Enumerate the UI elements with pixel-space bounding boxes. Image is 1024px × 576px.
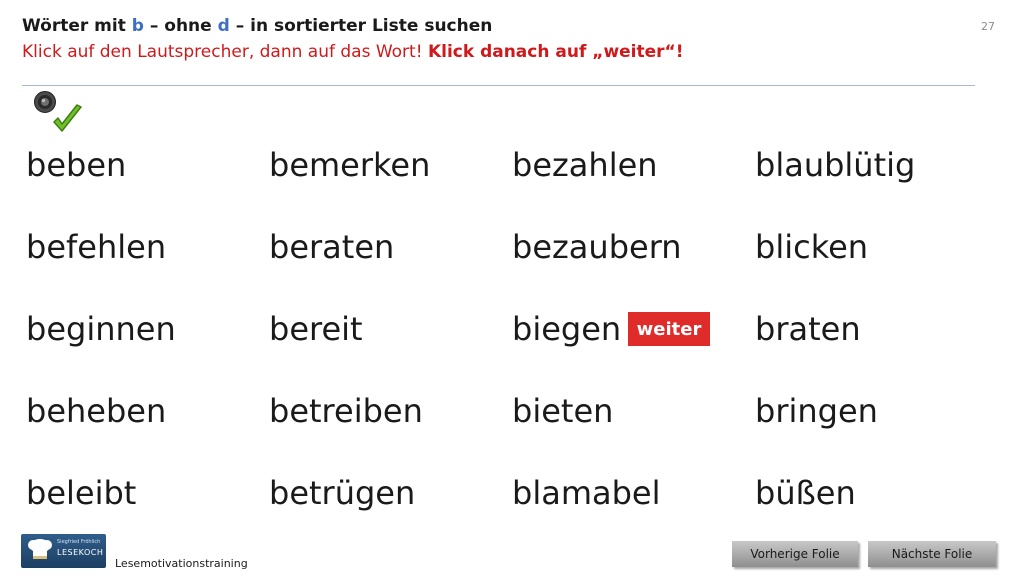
logo-author: Siegfried Fröhlich — [57, 539, 101, 545]
word-col2-2[interactable]: beraten — [269, 227, 394, 267]
word-col1-1[interactable]: beben — [26, 145, 126, 185]
word-col4-3[interactable]: braten — [755, 309, 861, 349]
word-col4-2[interactable]: blicken — [755, 227, 868, 267]
page-number: 27 — [981, 20, 995, 33]
chef-hat-icon — [28, 539, 52, 559]
word-col4-4[interactable]: bringen — [755, 391, 878, 431]
word-col4-1[interactable]: blaublütig — [755, 145, 915, 185]
word-col3-1[interactable]: bezahlen — [512, 145, 658, 185]
header-divider — [22, 85, 975, 86]
checkmark-icon — [50, 102, 84, 136]
word-col3-4[interactable]: bieten — [512, 391, 613, 431]
title-letter-d: d — [217, 16, 230, 36]
previous-slide-button[interactable]: Vorherige Folie — [732, 541, 858, 567]
word-col4-5[interactable]: büßen — [755, 473, 856, 513]
word-col2-3[interactable]: bereit — [269, 309, 363, 349]
logo-text: LESEKOCH — [57, 548, 104, 557]
title-letter-b: b — [131, 16, 144, 36]
word-col1-3[interactable]: beginnen — [26, 309, 176, 349]
word-col2-5[interactable]: betrügen — [269, 473, 415, 513]
next-slide-button[interactable]: Nächste Folie — [868, 541, 996, 567]
word-col3-3[interactable]: biegen — [512, 309, 621, 349]
title-part-2: – ohne — [143, 16, 218, 36]
word-col1-2[interactable]: befehlen — [26, 227, 166, 267]
instruction-text: Klick auf den Lautsprecher, dann auf das… — [22, 42, 683, 62]
instruction-bold: Klick danach auf „weiter“! — [427, 42, 684, 62]
title-part-1: Wörter mit — [22, 16, 132, 36]
title-part-3: – in sortierter Liste suchen — [229, 16, 493, 36]
word-col2-4[interactable]: betreiben — [269, 391, 423, 431]
word-col3-5[interactable]: blamabel — [512, 473, 660, 513]
word-col3-2[interactable]: bezaubern — [512, 227, 682, 267]
word-col1-5[interactable]: beleibt — [26, 473, 136, 513]
word-col1-4[interactable]: beheben — [26, 391, 166, 431]
lesekoch-logo: Siegfried Fröhlich LESEKOCH — [21, 534, 106, 568]
weiter-button[interactable]: weiter — [628, 312, 710, 346]
footer-label: Lesemotivationstraining — [115, 557, 248, 570]
slide-title: Wörter mit b – ohne d – in sortierter Li… — [22, 16, 492, 36]
word-col2-1[interactable]: bemerken — [269, 145, 430, 185]
instruction-normal: Klick auf den Lautsprecher, dann auf das… — [22, 42, 428, 62]
